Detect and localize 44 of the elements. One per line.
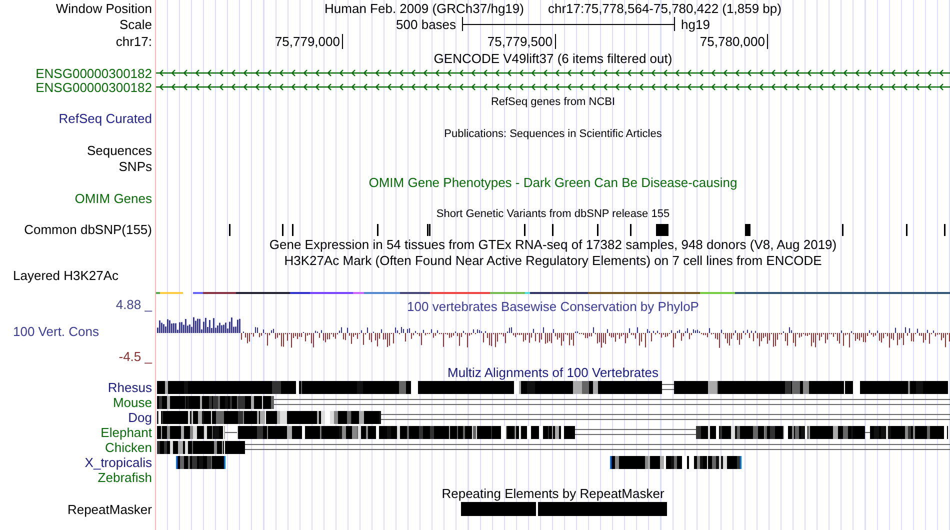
track-title: 100 vertebrates Basewise Conservation by PhyloP bbox=[407, 298, 699, 314]
track-title: Multiz Alignments of 100 Vertebrates bbox=[447, 364, 658, 380]
track-label[interactable]: 100 Vert. Cons bbox=[13, 324, 152, 338]
track-title: Gene Expression in 54 tissues from GTEx RNA-seq of 17382 samples, 948 donors (V8, Aug 2019) bbox=[269, 236, 837, 252]
track-label[interactable]: X_tropicalis bbox=[84, 455, 152, 470]
track-caption: Short Genetic Variants from dbSNP release 155 bbox=[436, 208, 670, 220]
track-title: OMIM Gene Phenotypes - Dark Green Can Be Disease-causing bbox=[368, 174, 738, 190]
gene-strand-drawing[interactable] bbox=[156, 69, 950, 77]
track-title: Repeating Elements by RepeatMasker bbox=[442, 486, 664, 500]
track-label[interactable]: ENSG00000300182 bbox=[36, 66, 152, 80]
axis-max-label: 4.88 _ bbox=[116, 298, 152, 312]
track-caption: Publications: Sequences in Scientific Articles bbox=[444, 128, 662, 140]
axis-min-label: -4.5 _ bbox=[118, 350, 152, 364]
track-label[interactable]: Rhesus bbox=[108, 380, 152, 395]
scale-length: 500 bases bbox=[396, 16, 456, 32]
track-label[interactable]: Elephant bbox=[100, 425, 152, 440]
ruler-tick: 75,779,500 bbox=[487, 34, 556, 49]
track-label[interactable]: Layered H3K27Ac bbox=[13, 268, 119, 283]
assembly-name: hg19 bbox=[681, 16, 710, 32]
track-label: Scale bbox=[119, 16, 152, 32]
track-caption: RefSeq genes from NCBI bbox=[490, 96, 616, 108]
track-label: chr17: bbox=[116, 34, 152, 48]
track-label[interactable]: Common dbSNP(155) bbox=[24, 222, 152, 236]
track-label[interactable]: RepeatMasker bbox=[67, 502, 152, 516]
snp-marks-drawing[interactable] bbox=[229, 224, 946, 236]
track-label[interactable]: Zebrafish bbox=[98, 470, 152, 485]
alignment-drawing[interactable] bbox=[176, 456, 742, 469]
gene-strand-drawing[interactable] bbox=[156, 83, 950, 91]
track-label[interactable]: Chicken bbox=[105, 440, 152, 455]
track-label[interactable]: SNPs bbox=[118, 158, 152, 174]
track-label[interactable]: RefSeq Curated bbox=[58, 110, 152, 126]
track-title: H3K27Ac Mark (Often Found Near Active Regulatory Elements) on 7 cell lines from ENCODE bbox=[284, 252, 822, 268]
position-text: chr17:75,778,564-75,780,422 (1,859 bp) bbox=[548, 0, 782, 16]
track-label[interactable]: OMIM Genes bbox=[74, 190, 152, 206]
track-label: Window Position bbox=[56, 0, 152, 16]
track-label[interactable]: Dog bbox=[128, 410, 152, 425]
track-title: GENCODE V49lift37 (6 items filtered out) bbox=[434, 50, 672, 66]
track-label[interactable]: Sequences bbox=[86, 142, 152, 158]
track-label[interactable]: Mouse bbox=[112, 395, 152, 410]
ruler-tick: 75,780,000 bbox=[700, 34, 768, 49]
ruler-tick: 75,779,000 bbox=[274, 34, 343, 49]
track-label[interactable]: ENSG00000300182 bbox=[36, 80, 152, 94]
assembly-title: Human Feb. 2009 (GRCh37/hg19) bbox=[324, 0, 524, 16]
conservation-wiggle-drawing[interactable] bbox=[157, 317, 950, 348]
